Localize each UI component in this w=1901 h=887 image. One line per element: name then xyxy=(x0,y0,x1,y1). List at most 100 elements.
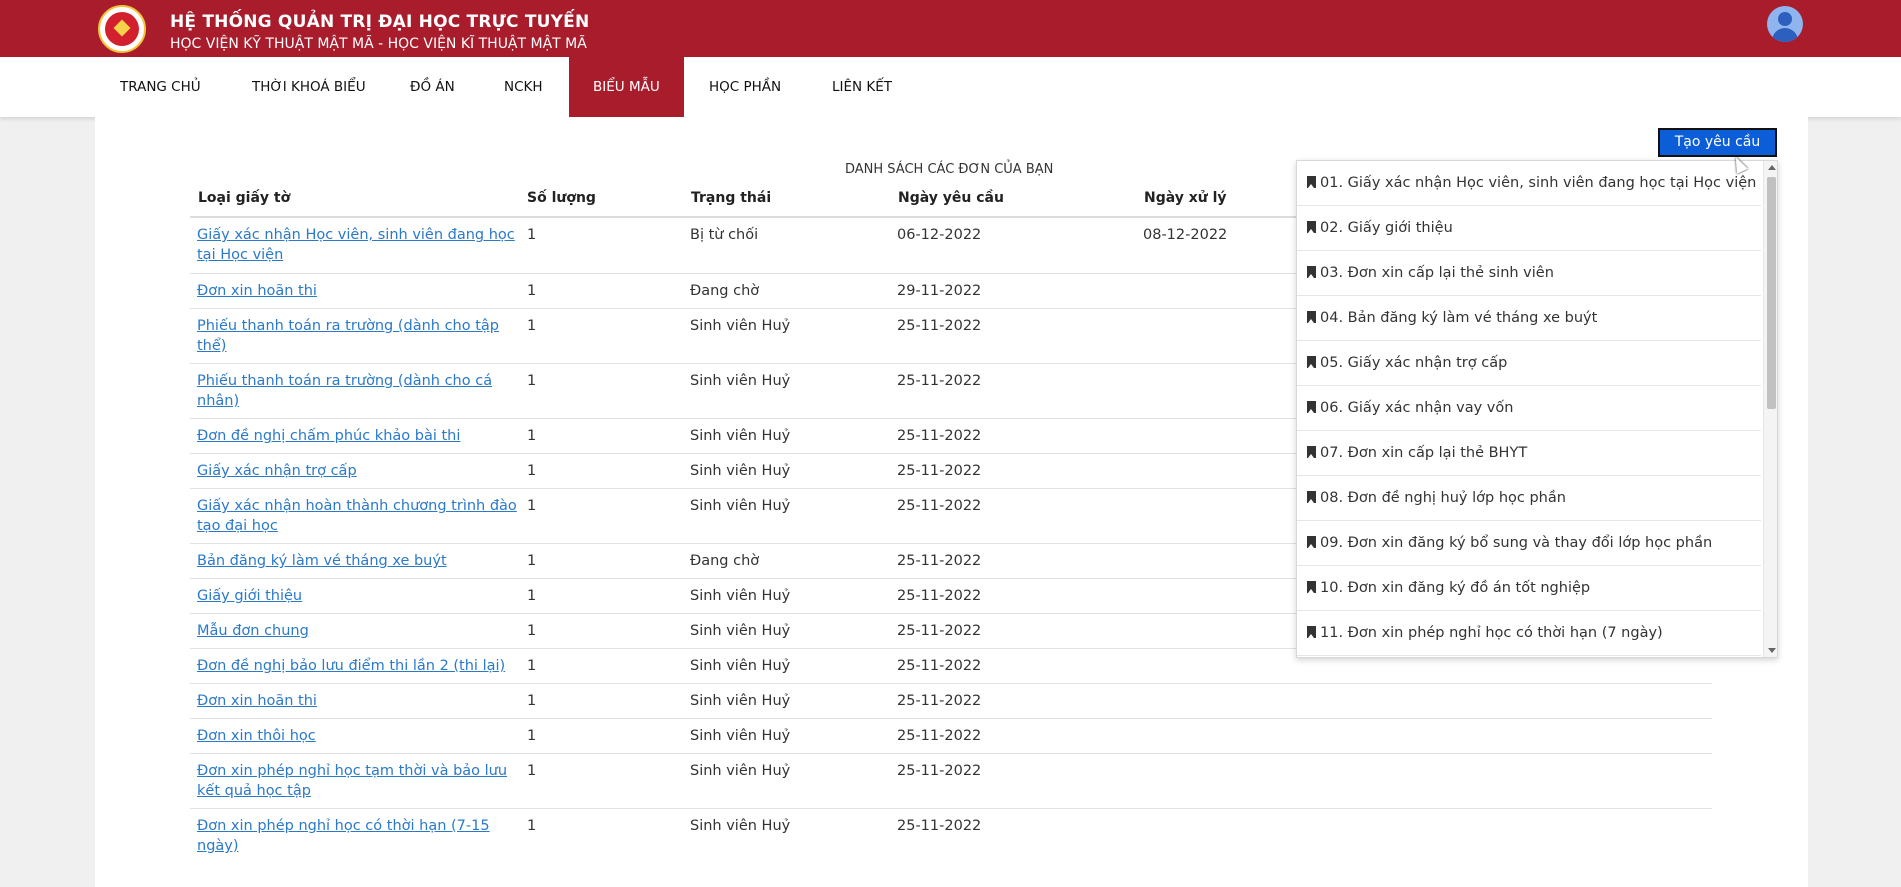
status-cell: Sinh viên Huỷ xyxy=(690,373,791,389)
status-cell: Sinh viên Huỷ xyxy=(690,318,791,334)
status-cell: Sinh viên Huỷ xyxy=(690,728,791,744)
bookmark-icon xyxy=(1307,491,1316,503)
document-link[interactable]: Bản đăng ký làm vé tháng xe buýt xyxy=(197,551,522,571)
status-cell: Sinh viên Huỷ xyxy=(690,658,791,674)
document-link[interactable]: Đơn xin phép nghỉ học tạm thời và bảo lư… xyxy=(197,761,522,801)
quantity-cell: 1 xyxy=(527,428,537,444)
avatar-body xyxy=(1772,28,1798,42)
nav-nckh[interactable]: NCKH xyxy=(480,57,567,117)
nav-thoi-khoa-bieu[interactable]: THỜI KHOÁ BIỂU xyxy=(228,57,390,117)
document-link[interactable]: Đơn xin hoãn thi xyxy=(197,691,522,711)
status-cell: Sinh viên Huỷ xyxy=(690,428,791,444)
table-row: Đơn xin thôi học 1 Sinh viên Huỷ 25-11-2… xyxy=(190,719,1712,754)
dropdown-item[interactable]: 11. Đơn xin phép nghỉ học có thời hạn (7… xyxy=(1297,611,1761,656)
quantity-cell: 1 xyxy=(527,623,537,639)
scroll-up-arrow-icon[interactable] xyxy=(1768,165,1776,170)
table-row: Đơn xin hoãn thi 1 Sinh viên Huỷ 25-11-2… xyxy=(190,684,1712,719)
avatar-head xyxy=(1778,12,1792,26)
bookmark-icon xyxy=(1307,356,1316,368)
dropdown-item-label: 05. Giấy xác nhận trợ cấp xyxy=(1320,355,1508,371)
status-cell: Sinh viên Huỷ xyxy=(690,588,791,604)
system-title: HỆ THỐNG QUẢN TRỊ ĐẠI HỌC TRỰC TUYẾN xyxy=(170,12,590,32)
request-date-cell: 25-11-2022 xyxy=(897,818,982,834)
quantity-cell: 1 xyxy=(527,658,537,674)
document-link[interactable]: Mẫu đơn chung xyxy=(197,621,522,641)
request-date-cell: 25-11-2022 xyxy=(897,318,982,334)
bookmark-icon xyxy=(1307,221,1316,233)
dropdown-item[interactable]: 02. Giấy giới thiệu xyxy=(1297,206,1761,251)
dropdown-item[interactable]: 03. Đơn xin cấp lại thẻ sinh viên xyxy=(1297,251,1761,296)
dropdown-item[interactable]: 01. Giấy xác nhận Học viên, sinh viên đa… xyxy=(1297,161,1761,206)
quantity-cell: 1 xyxy=(527,463,537,479)
logo-emblem xyxy=(105,12,139,46)
document-link[interactable]: Phiếu thanh toán ra trường (dành cho cá … xyxy=(197,371,522,411)
bookmark-icon xyxy=(1307,446,1316,458)
bookmark-icon xyxy=(1307,266,1316,278)
col-status: Trạng thái xyxy=(691,190,772,206)
document-link[interactable]: Đơn xin phép nghỉ học có thời hạn (7-15 … xyxy=(197,816,522,856)
dropdown-item-label: 02. Giấy giới thiệu xyxy=(1320,220,1453,236)
user-avatar-icon[interactable] xyxy=(1767,6,1803,42)
document-link[interactable]: Giấy xác nhận trợ cấp xyxy=(197,461,522,481)
quantity-cell: 1 xyxy=(527,283,537,299)
dropdown-item[interactable]: 07. Đơn xin cấp lại thẻ BHYT xyxy=(1297,431,1761,476)
table-row: Đơn xin phép nghỉ học tạm thời và bảo lư… xyxy=(190,754,1712,809)
quantity-cell: 1 xyxy=(527,588,537,604)
status-cell: Sinh viên Huỷ xyxy=(690,463,791,479)
request-date-cell: 25-11-2022 xyxy=(897,623,982,639)
quantity-cell: 1 xyxy=(527,693,537,709)
document-link[interactable]: Đơn xin thôi học xyxy=(197,726,522,746)
status-cell: Sinh viên Huỷ xyxy=(690,763,791,779)
academy-logo[interactable] xyxy=(98,5,146,53)
request-date-cell: 25-11-2022 xyxy=(897,588,982,604)
bookmark-icon xyxy=(1307,536,1316,548)
dropdown-item-label: 08. Đơn đề nghị huỷ lớp học phần xyxy=(1320,490,1566,506)
dropdown-item[interactable]: 05. Giấy xác nhận trợ cấp xyxy=(1297,341,1761,386)
dropdown-item[interactable]: 06. Giấy xác nhận vay vốn xyxy=(1297,386,1761,431)
dropdown-item-label: 11. Đơn xin phép nghỉ học có thời hạn (7… xyxy=(1320,625,1663,641)
request-date-cell: 25-11-2022 xyxy=(897,553,982,569)
quantity-cell: 1 xyxy=(527,498,537,514)
bookmark-icon xyxy=(1307,401,1316,413)
dropdown-item[interactable]: 08. Đơn đề nghị huỷ lớp học phần xyxy=(1297,476,1761,521)
dropdown-item-label: 10. Đơn xin đăng ký đồ án tốt nghiệp xyxy=(1320,580,1591,596)
dropdown-item-label: 04. Bản đăng ký làm vé tháng xe buýt xyxy=(1320,310,1598,326)
document-link[interactable]: Giấy giới thiệu xyxy=(197,586,522,606)
bookmark-icon xyxy=(1307,311,1316,323)
bookmark-icon xyxy=(1307,581,1316,593)
document-link[interactable]: Đơn đề nghị bảo lưu điểm thi lần 2 (thi … xyxy=(197,656,522,676)
document-link[interactable]: Phiếu thanh toán ra trường (dành cho tập… xyxy=(197,316,522,356)
request-date-cell: 06-12-2022 xyxy=(897,227,982,243)
scrollbar-thumb[interactable] xyxy=(1767,177,1776,409)
list-title: DANH SÁCH CÁC ĐƠN CỦA BẠN xyxy=(845,162,1054,177)
create-request-button[interactable]: Tạo yêu cầu xyxy=(1658,128,1777,157)
dropdown-item[interactable]: 10. Đơn xin đăng ký đồ án tốt nghiệp xyxy=(1297,566,1761,611)
request-date-cell: 25-11-2022 xyxy=(897,498,982,514)
col-quantity: Số lượng xyxy=(527,190,596,206)
status-cell: Đang chờ xyxy=(690,553,760,569)
request-date-cell: 25-11-2022 xyxy=(897,728,982,744)
nav-hoc-phan[interactable]: HỌC PHẦN xyxy=(685,57,805,117)
nav-do-an[interactable]: ĐỒ ÁN xyxy=(386,57,479,117)
bookmark-icon xyxy=(1307,176,1316,188)
document-link[interactable]: Giấy xác nhận hoàn thành chương trình đà… xyxy=(197,496,522,536)
document-link[interactable]: Đơn đề nghị chấm phúc khảo bài thi xyxy=(197,426,522,446)
top-header: HỆ THỐNG QUẢN TRỊ ĐẠI HỌC TRỰC TUYẾN HỌC… xyxy=(0,0,1901,57)
document-link[interactable]: Giấy xác nhận Học viên, sinh viên đang h… xyxy=(197,225,522,265)
scroll-down-arrow-icon[interactable] xyxy=(1768,648,1776,653)
document-link[interactable]: Đơn xin hoãn thi xyxy=(197,281,522,301)
dropdown-item-label: 09. Đơn xin đăng ký bổ sung và thay đổi … xyxy=(1320,535,1713,551)
dropdown-item[interactable]: 09. Đơn xin đăng ký bổ sung và thay đổi … xyxy=(1297,521,1761,566)
col-document-type: Loại giấy tờ xyxy=(198,190,291,206)
bookmark-icon xyxy=(1307,626,1316,638)
nav-bieu-mau[interactable]: BIỂU MẪU xyxy=(569,57,684,117)
quantity-cell: 1 xyxy=(527,763,537,779)
status-cell: Đang chờ xyxy=(690,283,760,299)
quantity-cell: 1 xyxy=(527,373,537,389)
status-cell: Sinh viên Huỷ xyxy=(690,693,791,709)
dropdown-scrollbar[interactable] xyxy=(1763,161,1777,657)
nav-lien-ket[interactable]: LIÊN KẾT xyxy=(808,57,916,117)
request-date-cell: 25-11-2022 xyxy=(897,373,982,389)
nav-trang-chu[interactable]: TRANG CHỦ xyxy=(96,57,225,117)
dropdown-item[interactable]: 04. Bản đăng ký làm vé tháng xe buýt xyxy=(1297,296,1761,341)
